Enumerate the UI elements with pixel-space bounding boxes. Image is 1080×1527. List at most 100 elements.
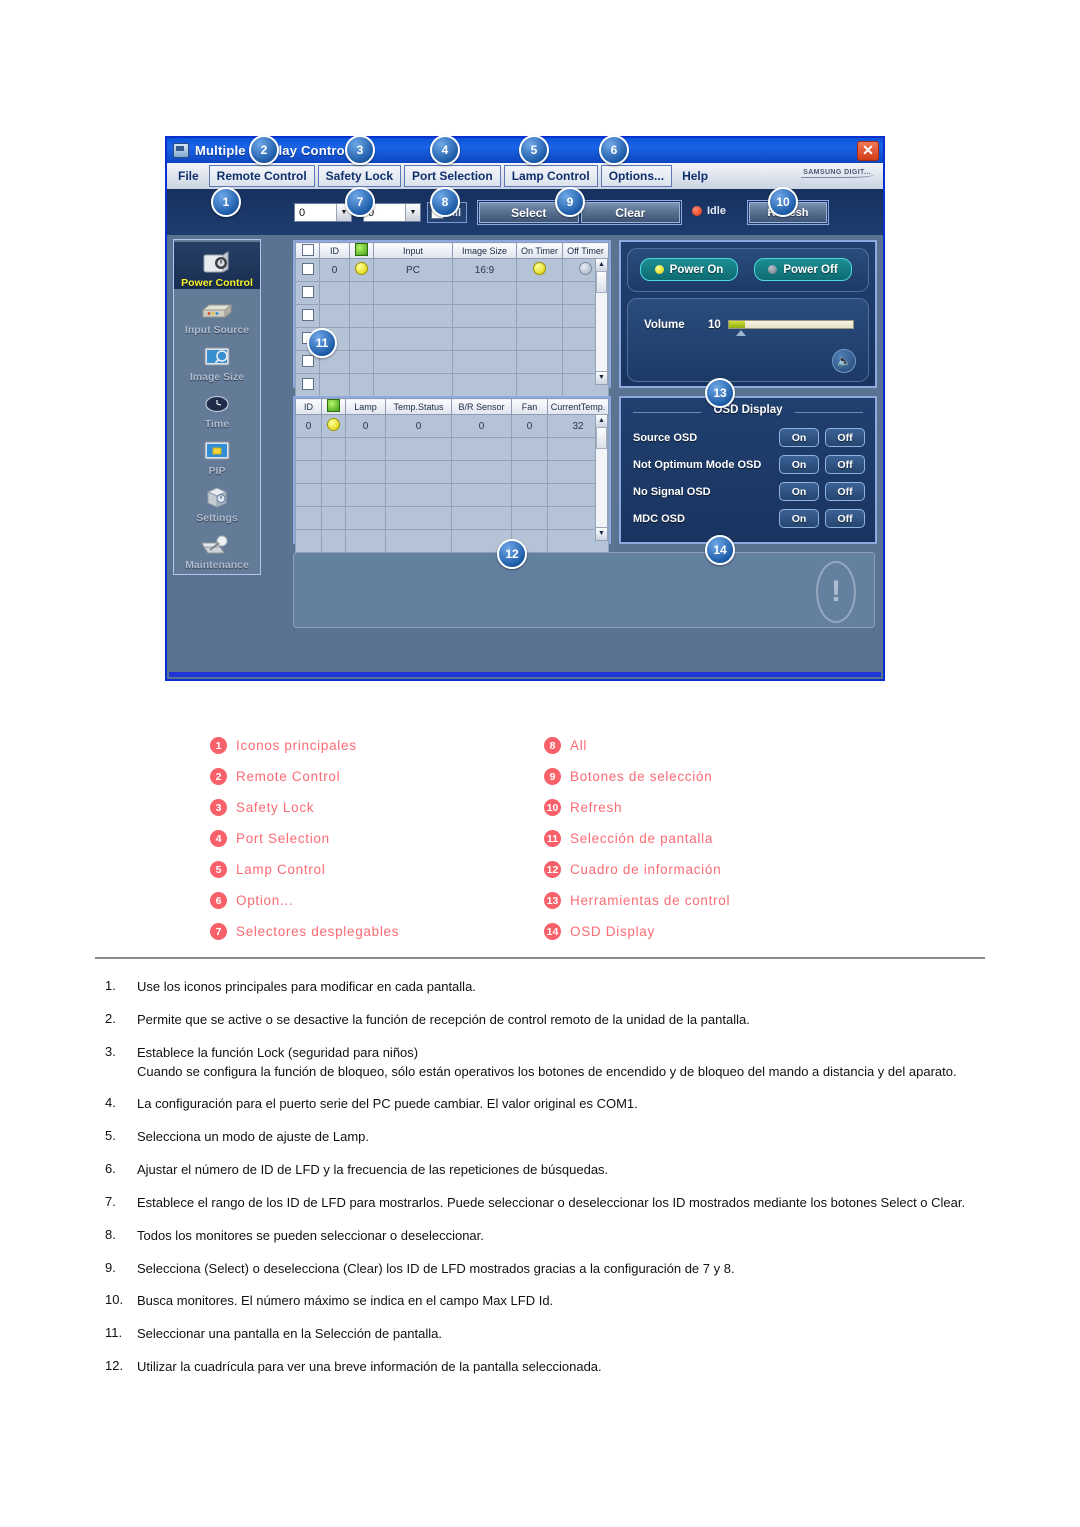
row-checkbox-cell[interactable] bbox=[295, 373, 320, 397]
power-on-button[interactable]: Power On bbox=[640, 258, 738, 281]
source-osd-off-button[interactable]: Off bbox=[825, 428, 865, 447]
source-osd-on-button[interactable]: On bbox=[779, 428, 819, 447]
legend-label: Refresh bbox=[570, 800, 623, 815]
led-yellow-icon bbox=[654, 265, 664, 274]
select-all-checkbox-icon[interactable] bbox=[301, 243, 314, 256]
row-temp-status bbox=[385, 483, 452, 507]
menu-item-safety-lock[interactable]: Safety Lock bbox=[317, 165, 402, 187]
header-temp-status: Temp.Status bbox=[385, 398, 452, 415]
sidebar-item-settings[interactable]: Settings bbox=[174, 477, 260, 524]
scrollbar-thumb[interactable] bbox=[596, 271, 607, 293]
table-row[interactable] bbox=[295, 437, 609, 461]
power-status-icon bbox=[355, 243, 368, 256]
scrollbar-thumb[interactable] bbox=[596, 427, 607, 449]
table-row[interactable]: 0 0 0 0 0 32 bbox=[295, 414, 609, 438]
menu-item-options[interactable]: Options... bbox=[600, 165, 673, 187]
legend-label: Safety Lock bbox=[236, 800, 315, 815]
volume-slider[interactable] bbox=[728, 320, 854, 329]
row-checkbox[interactable] bbox=[301, 377, 314, 390]
table-row[interactable] bbox=[295, 460, 609, 484]
speaker-icon[interactable]: 🔈 bbox=[832, 349, 856, 373]
no-signal-osd-on-button[interactable]: On bbox=[779, 482, 819, 501]
row-temp-status: 0 bbox=[385, 414, 452, 438]
lfd-id-from-select[interactable]: 0 ▼ bbox=[294, 203, 352, 222]
row-checkbox[interactable] bbox=[301, 308, 314, 321]
grid-bottom-scrollbar[interactable]: ▲ ▼ bbox=[595, 414, 608, 541]
header-check[interactable] bbox=[295, 242, 320, 259]
legend-number: 11 bbox=[544, 830, 561, 847]
menu-item-remote-control[interactable]: Remote Control bbox=[208, 165, 315, 187]
menu-item-port-selection[interactable]: Port Selection bbox=[404, 165, 501, 187]
header-input: Input bbox=[373, 242, 453, 259]
table-row[interactable] bbox=[295, 350, 609, 374]
callout-6: 6 bbox=[599, 135, 629, 165]
osd-row-source: Source OSD On Off bbox=[633, 428, 865, 447]
no-signal-osd-off-button[interactable]: Off bbox=[825, 482, 865, 501]
table-row[interactable] bbox=[295, 327, 609, 351]
row-checkbox-cell[interactable] bbox=[295, 304, 320, 328]
legend-item: 5 Lamp Control bbox=[210, 854, 540, 885]
close-icon[interactable]: ✕ bbox=[857, 141, 879, 161]
volume-slider-handle[interactable] bbox=[736, 330, 746, 336]
sidebar-item-power-control[interactable]: Power Control bbox=[174, 242, 260, 289]
clear-button[interactable]: Clear bbox=[580, 202, 680, 223]
power-off-button[interactable]: Power Off bbox=[754, 258, 852, 281]
table-row[interactable] bbox=[295, 281, 609, 305]
row-power-cell bbox=[321, 437, 346, 461]
callout-8: 8 bbox=[430, 187, 460, 217]
row-power-cell bbox=[321, 529, 346, 553]
menu-item-lamp-control[interactable]: Lamp Control bbox=[503, 165, 598, 187]
display-selection-table: ID Input Image Size On Timer Off Timer 0… bbox=[295, 242, 609, 397]
legend-item: 4 Port Selection bbox=[210, 823, 540, 854]
row-input bbox=[373, 373, 453, 397]
scroll-down-icon[interactable]: ▼ bbox=[596, 527, 607, 540]
menu-item-file[interactable]: File bbox=[171, 166, 206, 186]
row-checkbox[interactable] bbox=[301, 262, 314, 275]
sidebar-item-input-source[interactable]: Input Source bbox=[174, 289, 260, 336]
off-timer-dot-icon bbox=[579, 262, 592, 275]
not-optimum-osd-off-button[interactable]: Off bbox=[825, 455, 865, 474]
display-info-grid[interactable]: ID Lamp Temp.Status B/R Sensor Fan Curre… bbox=[293, 396, 611, 553]
sidebar-label: Input Source bbox=[184, 324, 250, 336]
sidebar-item-maintenance[interactable]: Maintenance bbox=[174, 524, 260, 571]
sidebar-item-image-size[interactable]: Image Size bbox=[174, 336, 260, 383]
row-checkbox[interactable] bbox=[301, 354, 314, 367]
row-temp-status bbox=[385, 460, 452, 484]
table-row[interactable] bbox=[295, 506, 609, 530]
table-row[interactable]: 0 PC 16:9 bbox=[295, 258, 609, 282]
led-grey-icon bbox=[768, 265, 778, 274]
legend-number: 14 bbox=[544, 923, 561, 940]
row-id: 0 bbox=[295, 414, 322, 438]
row-temp-status bbox=[385, 506, 452, 530]
sidebar: Power Control Input Source Image Size Ti… bbox=[173, 239, 261, 575]
menu-item-help[interactable]: Help bbox=[675, 166, 715, 186]
instruction-item: 9. Selecciona (Select) o deselecciona (Cl… bbox=[105, 1260, 985, 1279]
row-checkbox[interactable] bbox=[301, 285, 314, 298]
header-fan: Fan bbox=[511, 398, 548, 415]
table-row[interactable] bbox=[295, 304, 609, 328]
table-row[interactable] bbox=[295, 529, 609, 553]
volume-group: Volume 10 🔈 bbox=[627, 298, 869, 382]
osd-label: MDC OSD bbox=[633, 512, 685, 525]
step-number: 11. bbox=[105, 1325, 123, 1341]
row-id bbox=[295, 506, 322, 530]
mdc-osd-off-button[interactable]: Off bbox=[825, 509, 865, 528]
table-row[interactable] bbox=[295, 483, 609, 507]
grid-top-scrollbar[interactable]: ▲ ▼ bbox=[595, 258, 608, 385]
exclamation-icon: ! bbox=[816, 561, 856, 623]
row-checkbox-cell[interactable] bbox=[295, 281, 320, 305]
scroll-down-icon[interactable]: ▼ bbox=[596, 371, 607, 384]
display-selection-grid[interactable]: ID Input Image Size On Timer Off Timer 0… bbox=[293, 240, 611, 397]
not-optimum-osd-on-button[interactable]: On bbox=[779, 455, 819, 474]
row-br-sensor bbox=[451, 460, 512, 484]
legend-number: 8 bbox=[544, 737, 561, 754]
row-checkbox-cell[interactable] bbox=[295, 258, 320, 282]
table-row[interactable] bbox=[295, 373, 609, 397]
mdc-osd-on-button[interactable]: On bbox=[779, 509, 819, 528]
osd-label: Source OSD bbox=[633, 431, 698, 444]
sidebar-item-time[interactable]: Time bbox=[174, 383, 260, 430]
sidebar-item-pip[interactable]: PIP bbox=[174, 430, 260, 477]
header-image-size: Image Size bbox=[452, 242, 517, 259]
row-image-size: 16:9 bbox=[452, 258, 517, 282]
samsung-logo: SAMSUNG DIGIT... bbox=[801, 169, 875, 178]
